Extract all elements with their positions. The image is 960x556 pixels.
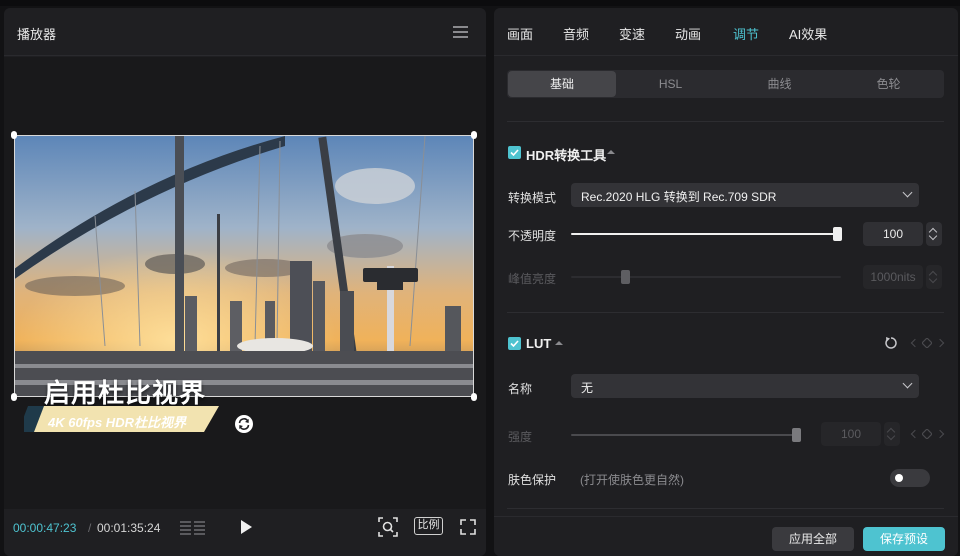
ratio-button[interactable]: 比例 xyxy=(414,517,443,535)
total-time: 00:01:35:24 xyxy=(97,521,161,535)
adjust-subtabs: 基础 HSL 曲线 色轮 xyxy=(507,70,944,98)
subtab-curves[interactable]: 曲线 xyxy=(725,70,834,98)
strength-slider xyxy=(571,434,797,436)
lut-name-label: 名称 xyxy=(508,382,533,396)
player-panel: 播放器 启用杜比视界 4K 60fps HDR杜比视界 00:00:47:23 … xyxy=(4,8,486,556)
tab-picture[interactable]: 画面 xyxy=(507,24,533,43)
peak-brightness-knob xyxy=(621,270,630,284)
save-preset-button[interactable]: 保存预设 xyxy=(863,527,945,551)
current-time: 00:00:47:23 xyxy=(13,521,77,535)
strength-label: 强度 xyxy=(508,430,533,444)
strength-slider-knob xyxy=(792,428,801,442)
crop-handle-tl[interactable] xyxy=(11,131,17,139)
peak-brightness-field: 1000nits xyxy=(863,265,923,289)
conversion-mode-value: Rec.2020 HLG 转换到 Rec.709 SDR xyxy=(581,190,777,204)
skin-protect-hint: (打开使肤色更自然) xyxy=(580,473,684,487)
tab-adjust[interactable]: 调节 xyxy=(733,24,759,43)
overlay-subtitle-text: 4K 60fps HDR杜比视界 xyxy=(48,415,186,430)
play-icon[interactable] xyxy=(240,520,252,534)
reset-icon[interactable] xyxy=(884,336,898,350)
strength-value-field: 100 xyxy=(821,422,881,446)
keyframe-icon xyxy=(922,338,932,348)
video-frame[interactable] xyxy=(14,135,474,397)
mode-label: 转换模式 xyxy=(508,191,557,205)
lut-name-value: 无 xyxy=(581,381,594,395)
rotate-icon[interactable] xyxy=(234,414,254,434)
lut-section-title: LUT xyxy=(526,336,552,351)
opacity-slider-fill xyxy=(571,233,841,235)
subtab-hsl[interactable]: HSL xyxy=(616,70,725,98)
collapse-caret-icon[interactable] xyxy=(555,341,563,345)
next-keyframe-icon xyxy=(935,338,945,348)
chevron-down-icon xyxy=(902,378,913,389)
divider xyxy=(507,508,944,509)
tab-audio[interactable]: 音频 xyxy=(563,24,589,43)
crop-handle-tr[interactable] xyxy=(471,131,477,139)
adjust-panel: 画面 音频 变速 动画 调节 AI效果 基础 HSL 曲线 色轮 HDR转换工具… xyxy=(494,8,958,556)
subtab-basic[interactable]: 基础 xyxy=(508,71,616,97)
crop-handle-bl[interactable] xyxy=(11,393,17,401)
conversion-mode-select[interactable]: Rec.2020 HLG 转换到 Rec.709 SDR xyxy=(571,183,919,207)
timecode-grid-icon[interactable] xyxy=(180,519,206,537)
next-keyframe-icon xyxy=(935,429,945,439)
fullscreen-icon[interactable] xyxy=(460,519,476,535)
opacity-value-field[interactable]: 100 xyxy=(863,222,923,246)
hdr-section-title: HDR转换工具 xyxy=(526,148,607,163)
hdr-checkbox[interactable] xyxy=(508,146,521,159)
prev-keyframe-icon xyxy=(910,338,920,348)
opacity-label: 不透明度 xyxy=(508,229,557,243)
chevron-down-icon xyxy=(902,187,913,198)
opacity-slider-knob[interactable] xyxy=(833,227,842,241)
divider xyxy=(507,312,944,313)
apply-all-button[interactable]: 应用全部 xyxy=(772,527,854,551)
peak-brightness-stepper xyxy=(926,265,942,289)
playback-bar: 00:00:47:23 / 00:01:35:24 比例 xyxy=(4,509,486,556)
divider xyxy=(507,121,944,122)
tab-ai-effects[interactable]: AI效果 xyxy=(789,24,827,43)
lut-checkbox[interactable] xyxy=(508,337,521,350)
crop-handle-br[interactable] xyxy=(471,393,477,401)
peak-brightness-label: 峰值亮度 xyxy=(508,272,557,286)
peak-brightness-slider xyxy=(571,276,841,278)
menu-icon[interactable] xyxy=(453,26,468,38)
opacity-stepper[interactable] xyxy=(926,222,942,246)
lut-name-select[interactable]: 无 xyxy=(571,374,919,398)
prev-keyframe-icon xyxy=(910,429,920,439)
property-tabs: 画面 音频 变速 动画 调节 AI效果 xyxy=(494,8,958,56)
skin-protect-toggle[interactable] xyxy=(890,469,930,487)
zoom-fit-icon[interactable] xyxy=(378,517,398,537)
preview-viewport[interactable]: 启用杜比视界 4K 60fps HDR杜比视界 xyxy=(4,57,486,509)
opacity-slider[interactable] xyxy=(571,233,841,235)
top-strip xyxy=(0,0,960,6)
strength-stepper xyxy=(884,422,900,446)
subtab-color-wheels[interactable]: 色轮 xyxy=(834,70,943,98)
collapse-caret-icon[interactable] xyxy=(607,150,615,154)
keyframe-icon xyxy=(922,429,932,439)
app-root: 播放器 启用杜比视界 4K 60fps HDR杜比视界 00:00:47:23 … xyxy=(0,0,960,556)
tab-speed[interactable]: 变速 xyxy=(619,24,645,43)
skin-protect-label: 肤色保护 xyxy=(508,473,557,487)
tab-animation[interactable]: 动画 xyxy=(675,24,701,43)
video-image xyxy=(15,136,473,396)
panel-footer: 应用全部 保存预设 xyxy=(494,516,958,556)
time-separator: / xyxy=(88,521,92,535)
player-title: 播放器 xyxy=(17,27,57,42)
player-header: 播放器 xyxy=(4,8,486,56)
